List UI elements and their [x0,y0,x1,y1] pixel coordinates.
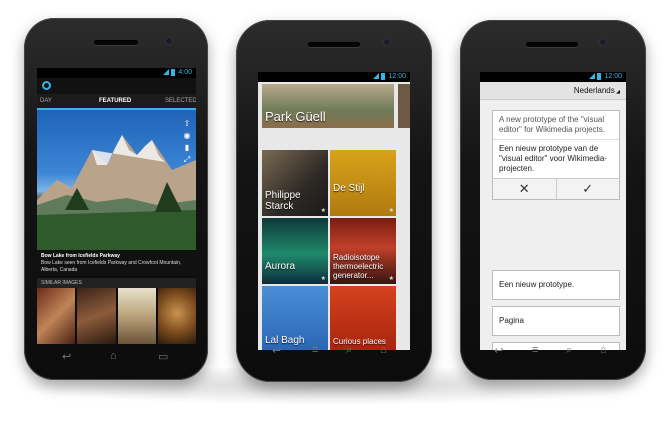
tile-philippe-starck[interactable]: Philippe Starck ★ [262,150,328,216]
tile-next-peek[interactable] [398,84,410,128]
earpiece [308,42,360,47]
photo-caption: Bow Lake from Icefields Parkway Bow Lake… [37,250,196,276]
tile-aurora[interactable]: Aurora ★ [262,218,328,284]
home-button[interactable]: ⌂ [110,350,117,362]
translation-text[interactable]: Een nieuw prototype van de "visual edito… [493,140,619,178]
tile-radioisotope[interactable]: Radioisotope thermoelectric generator...… [330,218,396,284]
screen: 4:00 DAY FEATURED SELECTED ⇧ ◉ ▮ ⤢ Bow L… [37,68,196,344]
tile-de-stijl[interactable]: De Stijl ★ [330,150,396,216]
recent-apps-button[interactable]: ▭ [158,350,168,363]
dropdown-icon: ◢ [614,89,620,95]
status-bar: 4:00 [37,68,196,78]
signal-icon [373,73,380,80]
status-time: 12:00 [388,73,406,80]
status-bar: 12:00 [258,72,410,82]
tile-label: Lal Bagh [265,335,305,346]
similar-images-strip [37,288,196,344]
list-item[interactable]: Een nieuw prototype. [492,270,620,300]
phone-left: 4:00 DAY FEATURED SELECTED ⇧ ◉ ▮ ⤢ Bow L… [24,18,208,380]
signal-icon [163,69,170,76]
phone-middle: 12:00 Park Güell Philippe Starck ★ De St… [236,20,432,382]
star-icon: ★ [388,276,394,282]
mountain-illustration [37,135,196,250]
battery-icon [597,72,602,80]
star-icon: ★ [320,208,326,214]
list-item[interactable]: Pagina [492,306,620,336]
tile-label: Curious places [333,337,386,346]
menu-button[interactable]: ≡ [532,344,538,356]
home-button[interactable]: ⌂ [600,344,607,356]
front-camera [600,39,606,45]
list-item-label: Pagina [499,316,524,325]
status-time: 4:00 [178,69,192,76]
front-camera [166,38,172,44]
side-toolbar: ⇧ ◉ ▮ ⤢ [180,120,194,164]
screen: 12:00 Park Güell Philippe Starck ★ De St… [258,72,410,350]
star-icon: ★ [320,276,326,282]
caption-title: Bow Lake from Icefields Parkway [41,253,120,259]
thumbnail[interactable] [37,288,76,344]
tile-label: De Stijl [333,183,365,194]
accept-icon[interactable]: ✓ [555,179,620,199]
share-icon[interactable]: ⇧ [183,120,191,128]
front-camera [384,39,390,45]
search-icon[interactable]: ⌕ [346,344,352,357]
phone-right: 12:00 Nederlands ◢ A new prototype of th… [460,20,646,380]
action-bar [37,78,196,94]
tile-label: Park Güell [265,109,326,124]
fullscreen-icon[interactable]: ⤢ [183,156,191,164]
view-icon[interactable]: ◉ [183,132,191,140]
thumbnail[interactable] [157,288,196,344]
language-selector[interactable]: Nederlands ◢ [480,82,626,100]
search-icon[interactable]: ⌕ [566,344,572,357]
caption-body: Bow Lake seen from Icefields Parkway and… [41,260,182,273]
file-icon[interactable]: ▮ [183,144,191,152]
earpiece [526,42,578,47]
back-button[interactable]: ↩ [272,344,281,357]
tab-selected[interactable]: SELECTED [165,94,196,108]
tab-featured[interactable]: FEATURED [99,94,131,108]
battery-icon [171,68,176,76]
signal-icon [589,73,596,80]
tab-bar: DAY FEATURED SELECTED [37,94,196,110]
screen: 12:00 Nederlands ◢ A new prototype of th… [480,72,626,350]
featured-photo[interactable] [37,110,196,250]
home-button[interactable]: ⌂ [380,344,387,356]
translation-card: A new prototype of the "visual editor" f… [492,110,620,200]
tile-label: Aurora [265,261,296,272]
tab-day[interactable]: DAY [40,94,52,108]
app-logo-icon[interactable] [42,81,51,90]
status-time: 12:00 [604,73,622,80]
status-bar: 12:00 [480,72,626,82]
star-icon: ★ [388,208,394,214]
card-actions: ✕ ✓ [493,178,619,199]
source-text: A new prototype of the "visual editor" f… [499,115,605,134]
list-item-label: Een nieuw prototype. [499,280,575,289]
back-button[interactable]: ↩ [494,344,503,357]
tile-park-guell[interactable]: Park Güell [262,84,394,128]
tile-label: Philippe Starck [265,190,301,212]
tile-label: Radioisotope thermoelectric generator... [333,253,384,280]
tile-curious-places[interactable]: Curious places [330,286,396,350]
back-button[interactable]: ↩ [62,350,71,363]
language-label: Nederlands [573,86,615,95]
tile-lal-bagh[interactable]: Lal Bagh [262,286,328,350]
thumbnail[interactable] [77,288,116,344]
reject-icon[interactable]: ✕ [493,179,556,199]
menu-button[interactable]: ≡ [312,344,318,356]
earpiece [94,40,138,45]
similar-images-header: SIMILAR IMAGES [37,278,196,288]
thumbnail[interactable] [117,288,156,344]
battery-icon [381,72,386,80]
